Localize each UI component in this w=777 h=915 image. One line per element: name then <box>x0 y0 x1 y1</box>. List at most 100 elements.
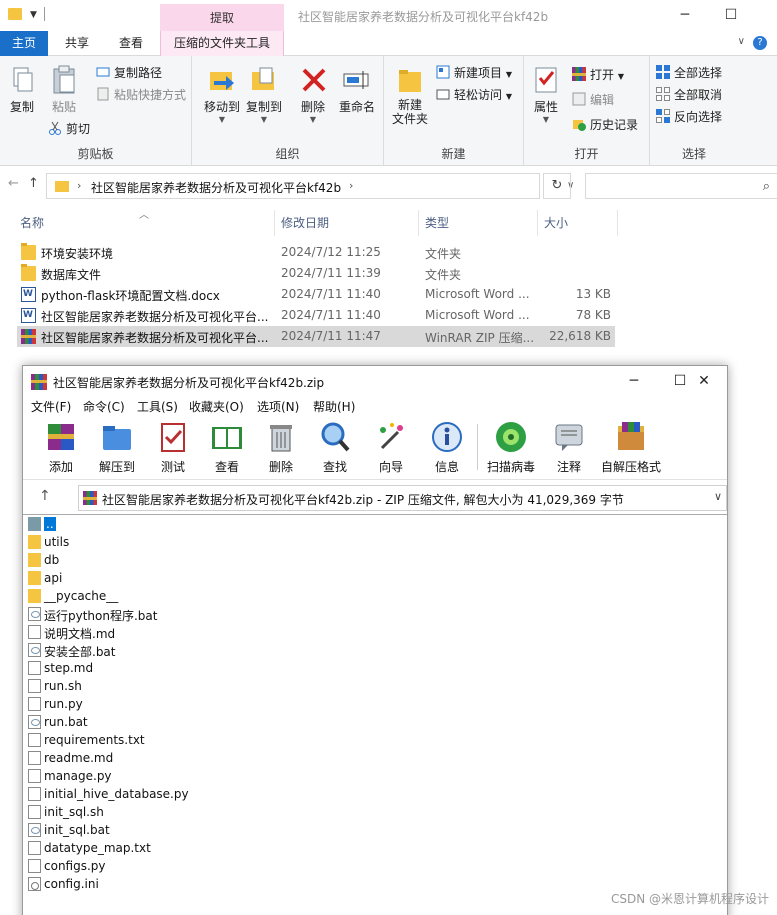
paste-shortcut-button[interactable]: 粘贴快捷方式 <box>96 85 186 105</box>
file-row[interactable]: 环境安装环境 2024/7/12 11:25 文件夹 <box>17 242 615 263</box>
chevron-right-icon[interactable]: › <box>349 179 353 192</box>
item-name: step.md <box>44 661 94 675</box>
minimize-button[interactable]: ─ <box>662 4 708 26</box>
find-button[interactable]: 查找 <box>315 420 355 475</box>
column-header-size[interactable]: 大小 <box>544 214 568 231</box>
file-row-selected[interactable]: 社区智能居家养老数据分析及可视化平台... 2024/7/11 11:47 Wi… <box>17 326 615 347</box>
help-icon[interactable]: ? <box>753 36 767 50</box>
file-row[interactable]: python-flask环境配置文档.docx 2024/7/11 11:40 … <box>17 284 615 305</box>
folder-icon <box>28 589 41 603</box>
copy-button[interactable]: 复制 <box>4 64 40 115</box>
file-type: Microsoft Word ... <box>425 308 530 322</box>
rename-button[interactable]: 重命名 <box>336 64 378 115</box>
menu-help[interactable]: 帮助(H) <box>313 398 355 415</box>
address-bar-row: ← ↑ › 社区智能居家养老数据分析及可视化平台kf42b › ∨ ↻ ⌕ <box>0 166 777 206</box>
search-input[interactable]: ⌕ <box>585 173 777 199</box>
bat-file-icon <box>28 715 41 729</box>
explorer-titlebar: ▼ 提取 社区智能居家养老数据分析及可视化平台kf42b ─ ☐ <box>0 0 777 32</box>
edit-icon <box>572 92 586 106</box>
info-button[interactable]: 信息 <box>427 420 467 475</box>
delete-dropdown-icon: ▼ <box>309 115 317 124</box>
extract-to-button[interactable]: 解压到 <box>95 420 139 475</box>
column-header-date[interactable]: 修改日期 <box>281 214 329 231</box>
up-arrow-icon[interactable]: ↑ <box>28 176 39 191</box>
folder-icon[interactable] <box>8 8 22 20</box>
winrar-toolbar: 添加 解压到 测试 查看 删除 查找 向导 信息 扫描病毒 注释 自解压格式 <box>23 416 727 480</box>
file-row[interactable]: 数据库文件 2024/7/11 11:39 文件夹 <box>17 263 615 284</box>
column-header-type[interactable]: 类型 <box>425 214 449 231</box>
chevron-down-icon[interactable]: ∨ <box>714 490 722 503</box>
minimize-button[interactable]: ─ <box>611 370 657 392</box>
wizard-label: 向导 <box>378 460 403 474</box>
invert-selection-button[interactable]: 反向选择 <box>656 107 722 127</box>
test-button[interactable]: 测试 <box>153 420 193 475</box>
cut-button[interactable]: 剪切 <box>48 119 90 139</box>
copy-path-button[interactable]: 复制路径 <box>96 63 162 83</box>
column-header-name[interactable]: 名称 <box>20 214 44 231</box>
add-button[interactable]: 添加 <box>41 420 81 475</box>
file-row[interactable]: 社区智能居家养老数据分析及可视化平台... 2024/7/11 11:40 Mi… <box>17 305 615 326</box>
column-divider[interactable] <box>537 210 538 236</box>
file-date: 2024/7/11 11:40 <box>281 287 381 301</box>
paste-button[interactable]: 粘贴 <box>46 64 82 115</box>
menu-commands[interactable]: 命令(C) <box>83 398 125 415</box>
quick-access-dropdown-icon[interactable]: ▼ <box>30 10 37 20</box>
column-divider[interactable] <box>418 210 419 236</box>
menu-options[interactable]: 选项(N) <box>257 398 299 415</box>
chevron-down-icon[interactable]: ∨ <box>738 36 745 47</box>
refresh-button[interactable]: ↻ <box>543 173 571 199</box>
tab-compressed-folder-tools[interactable]: 压缩的文件夹工具 <box>160 31 284 56</box>
group-label-clipboard: 剪贴板 <box>77 147 114 161</box>
magnifier-icon <box>318 420 352 454</box>
file-icon <box>28 841 41 855</box>
bat-file-icon <box>28 607 41 621</box>
item-name: manage.py <box>44 769 112 783</box>
properties-dropdown-icon: ▼ <box>542 115 550 124</box>
copy-to-button[interactable]: 复制到 ▼ <box>244 64 284 124</box>
chevron-right-icon[interactable]: › <box>77 179 81 192</box>
address-bar[interactable]: › 社区智能居家养老数据分析及可视化平台kf42b › ∨ <box>46 173 574 199</box>
new-item-button[interactable]: 新建项目 ▼ <box>436 63 512 83</box>
menu-file[interactable]: 文件(F) <box>31 398 71 415</box>
properties-button[interactable]: 属性 ▼ <box>530 64 562 124</box>
edit-button[interactable]: 编辑 <box>572 90 614 110</box>
tab-home[interactable]: 主页 <box>0 31 48 56</box>
tab-share[interactable]: 共享 <box>52 31 102 56</box>
scissors-icon <box>48 121 62 135</box>
history-button[interactable]: 历史记录 <box>572 115 638 135</box>
copy-path-icon <box>96 65 110 79</box>
easy-access-button[interactable]: 轻松访问 ▼ <box>436 85 512 105</box>
column-divider[interactable] <box>274 210 275 236</box>
back-arrow-icon[interactable]: ← <box>8 176 19 191</box>
move-to-button[interactable]: 移动到 ▼ <box>202 64 242 124</box>
archive-path-field[interactable]: 社区智能居家养老数据分析及可视化平台kf42b.zip - ZIP 压缩文件, … <box>78 485 727 511</box>
file-icon <box>28 661 41 675</box>
sfx-button[interactable]: 自解压格式 <box>599 420 663 475</box>
select-all-button[interactable]: 全部选择 <box>656 63 722 83</box>
new-item-dropdown-icon: ▼ <box>505 70 512 79</box>
file-icon <box>28 733 41 747</box>
close-button[interactable]: ✕ <box>681 370 727 392</box>
menu-favorites[interactable]: 收藏夹(O) <box>189 398 244 415</box>
comment-button[interactable]: 注释 <box>549 420 589 475</box>
view-button[interactable]: 查看 <box>205 420 249 475</box>
select-none-button[interactable]: 全部取消 <box>656 85 722 105</box>
wizard-button[interactable]: 向导 <box>371 420 411 475</box>
archive-path-text: 社区智能居家养老数据分析及可视化平台kf42b.zip - ZIP 压缩文件, … <box>102 493 624 507</box>
view-book-icon <box>210 420 244 454</box>
new-folder-button[interactable]: 新建 文件夹 <box>390 64 430 126</box>
menu-tools[interactable]: 工具(S) <box>137 398 178 415</box>
group-label-select: 选择 <box>681 147 706 161</box>
tab-view[interactable]: 查看 <box>106 31 156 56</box>
delete-button[interactable]: 删除 <box>261 420 301 475</box>
open-button[interactable]: 打开 ▼ <box>572 65 624 85</box>
delete-label: 删除 <box>268 460 293 474</box>
virus-scan-button[interactable]: 扫描病毒 <box>485 420 537 475</box>
find-label: 查找 <box>322 460 347 474</box>
rar-archive-icon <box>572 67 586 81</box>
delete-button[interactable]: 删除 ▼ <box>298 64 328 124</box>
address-path[interactable]: 社区智能居家养老数据分析及可视化平台kf42b <box>91 179 341 196</box>
up-arrow-icon[interactable]: ↑ <box>39 488 51 504</box>
column-divider[interactable] <box>617 210 618 236</box>
maximize-button[interactable]: ☐ <box>708 4 754 26</box>
